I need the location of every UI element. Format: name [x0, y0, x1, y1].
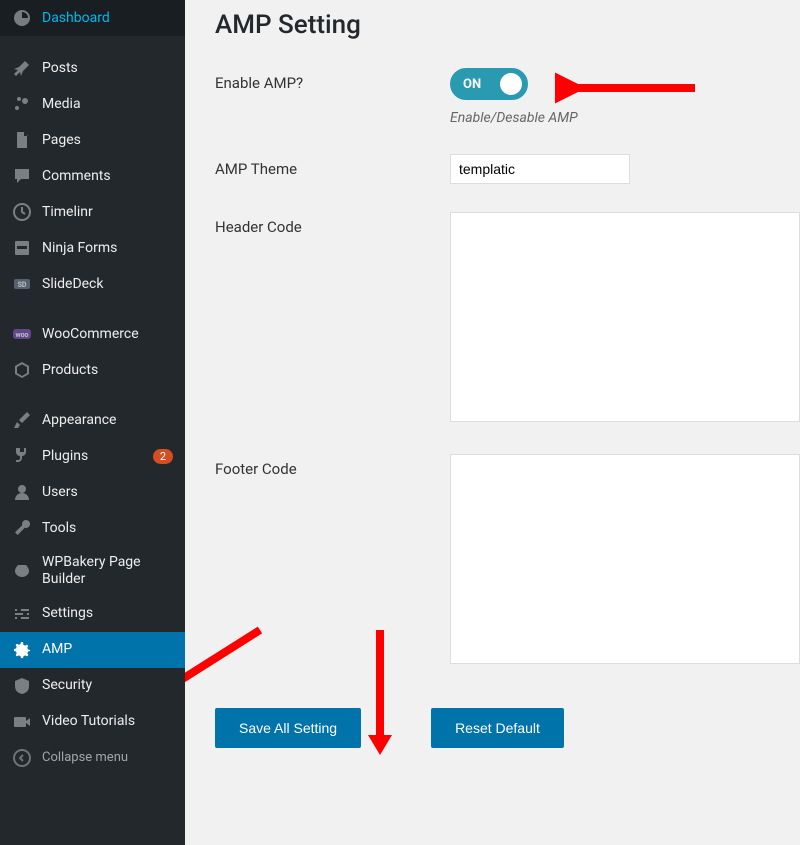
sidebar-item-label: Posts [42, 60, 173, 77]
footer-code-textarea[interactable] [450, 454, 800, 664]
plug-icon [12, 446, 32, 466]
svg-text:SD: SD [18, 281, 27, 289]
sliders-icon [12, 604, 32, 624]
sidebar-item-slidedeck[interactable]: SD SlideDeck [0, 266, 185, 302]
toggle-state-text: ON [463, 77, 481, 92]
sidebar-item-label: SlideDeck [42, 276, 173, 293]
sidebar-item-timelinr[interactable]: Timelinr [0, 194, 185, 230]
sidebar-item-label: Ninja Forms [42, 240, 173, 257]
enable-amp-row: Enable AMP? ON Enable/Desable AMP [215, 68, 800, 126]
sidebar-item-amp[interactable]: AMP [0, 632, 185, 668]
sidebar-item-pages[interactable]: Pages [0, 122, 185, 158]
comment-icon [12, 166, 32, 186]
sidebar-item-label: Users [42, 484, 173, 501]
media-icon [12, 94, 32, 114]
reset-button[interactable]: Reset Default [431, 708, 564, 748]
header-code-row: Header Code [215, 212, 800, 426]
amp-theme-label: AMP Theme [215, 154, 450, 178]
collapse-menu-button[interactable]: Collapse menu [0, 740, 185, 776]
gear-icon [12, 640, 32, 660]
sidebar-item-wpbakery[interactable]: WPBakery Page Builder [0, 546, 185, 596]
button-row: Save All Setting Reset Default [215, 708, 800, 748]
sidebar-item-label: Timelinr [42, 204, 173, 221]
sidebar-item-label: Security [42, 677, 173, 694]
sidebar-item-label: Appearance [42, 412, 173, 429]
brush-icon [12, 410, 32, 430]
plugins-update-badge: 2 [153, 449, 173, 464]
sidebar-item-label: Plugins [42, 448, 139, 465]
collapse-icon [12, 748, 32, 768]
enable-amp-toggle[interactable]: ON [450, 68, 528, 100]
sidebar-item-label: Products [42, 362, 173, 379]
sidebar-item-label: WooCommerce [42, 326, 173, 343]
pin-icon [12, 58, 32, 78]
clock-icon [12, 202, 32, 222]
amp-theme-row: AMP Theme [215, 154, 800, 184]
shield-icon [12, 676, 32, 696]
sidebar-item-plugins[interactable]: Plugins 2 [0, 438, 185, 474]
enable-amp-label: Enable AMP? [215, 68, 450, 92]
svg-text:woo: woo [15, 331, 28, 339]
cube-icon [12, 360, 32, 380]
sidebar-item-products[interactable]: Products [0, 352, 185, 388]
enable-amp-description: Enable/Desable AMP [450, 110, 800, 126]
header-code-textarea[interactable] [450, 212, 800, 422]
sidebar-item-tools[interactable]: Tools [0, 510, 185, 546]
page-title: AMP Setting [215, 10, 800, 40]
sidebar-item-security[interactable]: Security [0, 668, 185, 704]
sidebar-item-appearance[interactable]: Appearance [0, 402, 185, 438]
wrench-icon [12, 518, 32, 538]
sidebar-item-label: WPBakery Page Builder [42, 554, 173, 588]
dashboard-icon [12, 8, 32, 28]
sidebar-item-label: Settings [42, 605, 173, 622]
sidebar-item-users[interactable]: Users [0, 474, 185, 510]
woocommerce-icon: woo [12, 324, 32, 344]
sidebar-item-woocommerce[interactable]: woo WooCommerce [0, 316, 185, 352]
page-icon [12, 130, 32, 150]
save-button[interactable]: Save All Setting [215, 708, 361, 748]
amp-theme-input[interactable] [450, 154, 630, 184]
sidebar-item-video-tutorials[interactable]: Video Tutorials [0, 704, 185, 740]
sidebar-item-label: Comments [42, 168, 173, 185]
sidebar-item-posts[interactable]: Posts [0, 50, 185, 86]
video-icon [12, 712, 32, 732]
main-content: AMP Setting Enable AMP? ON Enable/Desabl… [185, 0, 800, 845]
sidebar-item-dashboard[interactable]: Dashboard [0, 0, 185, 36]
sidebar-item-comments[interactable]: Comments [0, 158, 185, 194]
admin-sidebar: Dashboard Posts Media Pages Comments Tim… [0, 0, 185, 845]
ninja-icon [12, 238, 32, 258]
wpbakery-icon [12, 561, 32, 581]
sidebar-item-label: Media [42, 96, 173, 113]
sidebar-item-media[interactable]: Media [0, 86, 185, 122]
toggle-knob [500, 73, 522, 95]
header-code-label: Header Code [215, 212, 450, 236]
user-icon [12, 482, 32, 502]
sidebar-item-label: Pages [42, 132, 173, 149]
sidebar-item-label: Video Tutorials [42, 713, 173, 730]
sidebar-item-label: AMP [42, 641, 173, 658]
footer-code-row: Footer Code [215, 454, 800, 668]
collapse-menu-label: Collapse menu [42, 750, 173, 766]
slidedeck-icon: SD [12, 274, 32, 294]
footer-code-label: Footer Code [215, 454, 450, 478]
sidebar-item-ninja-forms[interactable]: Ninja Forms [0, 230, 185, 266]
sidebar-item-settings[interactable]: Settings [0, 596, 185, 632]
sidebar-item-label: Tools [42, 520, 173, 537]
sidebar-item-label: Dashboard [42, 10, 173, 27]
